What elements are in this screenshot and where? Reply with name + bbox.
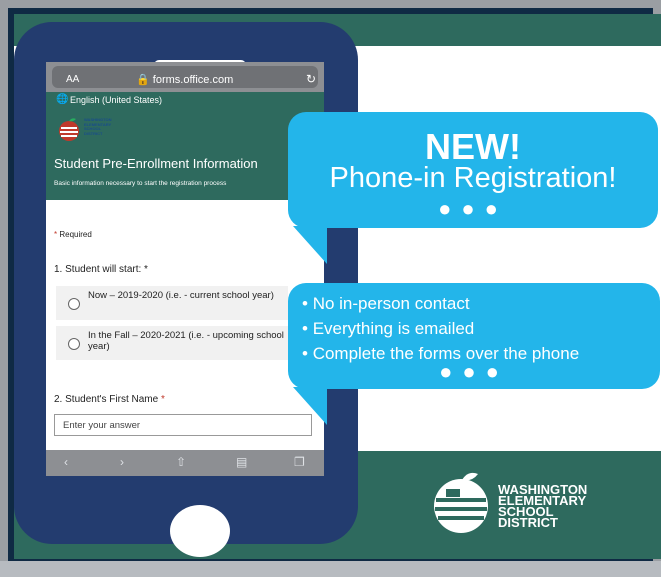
globe-icon: 🌐 (56, 94, 69, 105)
bullet-text: No in-person contact (312, 294, 470, 313)
question-2: 2. Student's First Name * (54, 394, 165, 405)
browser-toolbar: ‹ › ⇧ ▤ ❐ (46, 450, 324, 476)
address-field[interactable]: AA 🔒 forms.office.com ↻ (52, 66, 318, 88)
share-icon[interactable]: ⇧ (176, 455, 186, 469)
first-name-input[interactable]: Enter your answer (54, 414, 312, 436)
required-note: * Required (54, 230, 92, 239)
question-1-text: 1. Student will start: (54, 264, 142, 275)
back-icon[interactable]: ‹ (64, 455, 68, 469)
form-subtitle: Basic information necessary to start the… (54, 180, 227, 187)
text-size-button[interactable]: AA (66, 74, 79, 85)
bookmarks-icon[interactable]: ▤ (236, 455, 247, 469)
bullet-list: • No in-person contact • Everything is e… (302, 291, 579, 366)
tabs-icon[interactable]: ❐ (294, 455, 305, 469)
option-label: In the Fall – 2020-2021 (i.e. - upcoming… (88, 330, 284, 352)
option-now[interactable]: Now – 2019-2020 (i.e. - current school y… (56, 286, 288, 320)
phone-screen: AA 🔒 forms.office.com ↻ 🌐 English (Unite… (46, 62, 324, 476)
district-name: WASHINGTON ELEMENTARY SCHOOL DISTRICT (498, 483, 587, 530)
browser-url-bar: AA 🔒 forms.office.com ↻ (46, 62, 324, 92)
language-bar[interactable]: 🌐 English (United States) (46, 92, 324, 108)
radio-button[interactable] (68, 338, 80, 350)
bullet-item: • No in-person contact (302, 294, 470, 313)
bubble-tail (293, 226, 327, 264)
radio-button[interactable] (68, 298, 80, 310)
bottom-strip (0, 561, 661, 577)
district-apple-logo-icon (434, 472, 488, 533)
district-name-line: DISTRICT (498, 515, 558, 530)
promo-bubble-headline: NEW! Phone-in Registration! ●●● (288, 112, 658, 228)
dots-decoration: ●●● (438, 196, 508, 221)
language-label: English (United States) (70, 95, 163, 105)
required-note-text: Required (59, 230, 92, 239)
apple-logo-icon (59, 118, 79, 141)
question-2-text: 2. Student's First Name (54, 394, 159, 405)
bullet-item: • Everything is emailed (302, 319, 475, 338)
bullet-text: Everything is emailed (312, 319, 475, 338)
url-value: forms.office.com (152, 74, 234, 86)
question-1: 1. Student will start: * (54, 264, 148, 275)
dots-decoration: ●●● (439, 359, 509, 384)
url-text: 🔒 forms.office.com (136, 74, 234, 86)
mini-logo-line: DISTRICT (84, 130, 103, 136)
option-label: Now – 2019-2020 (i.e. - current school y… (88, 290, 274, 301)
form-header: WASHINGTON ELEMENTARY SCHOOL DISTRICT St… (46, 108, 324, 200)
forward-icon[interactable]: › (120, 455, 124, 469)
form-title: Student Pre-Enrollment Information (54, 156, 258, 171)
reload-icon[interactable]: ↻ (306, 72, 316, 86)
phone-home-button[interactable] (170, 505, 230, 557)
bubble-tail (293, 387, 327, 425)
option-fall[interactable]: In the Fall – 2020-2021 (i.e. - upcoming… (56, 326, 288, 360)
promo-bubble-bullets: • No in-person contact • Everything is e… (288, 283, 660, 389)
subheadline: Phone-in Registration! (329, 162, 617, 194)
mini-logo-text: WASHINGTON ELEMENTARY SCHOOL DISTRICT (84, 117, 120, 136)
